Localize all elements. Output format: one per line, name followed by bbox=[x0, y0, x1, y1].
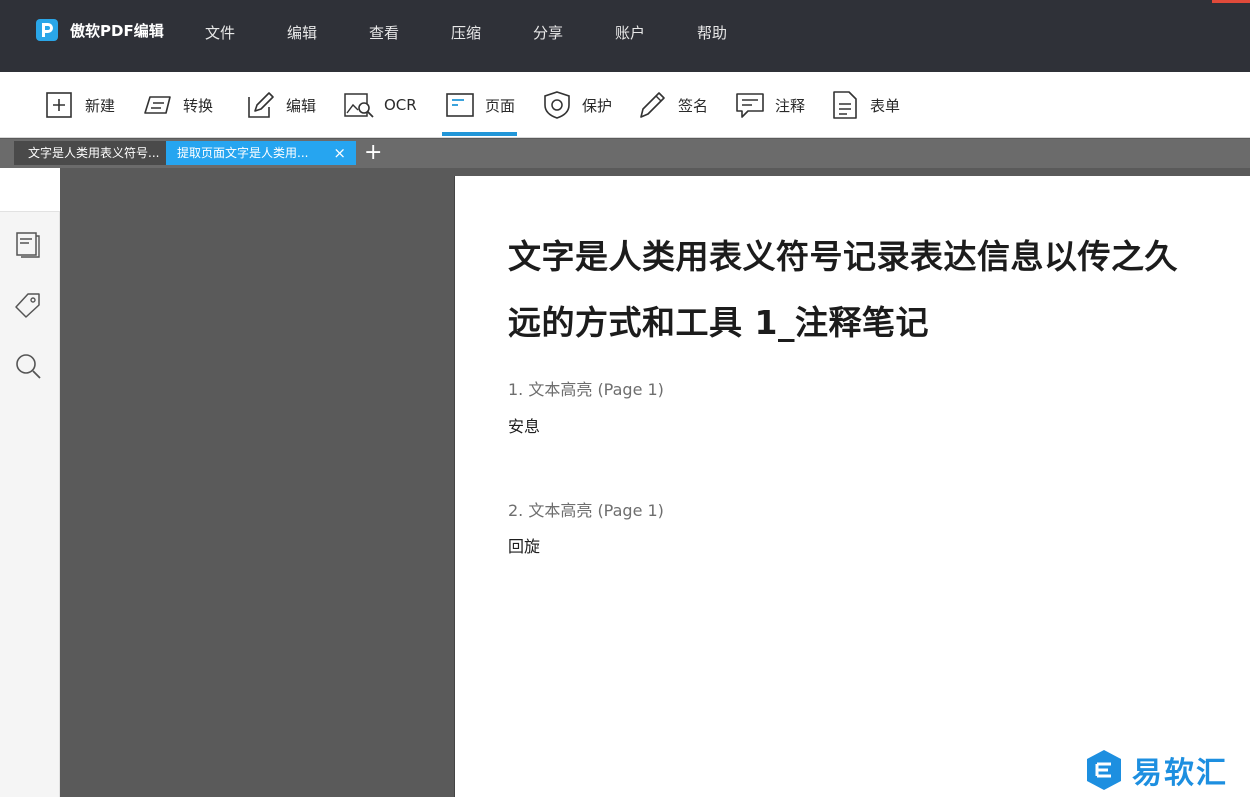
bookmark-button[interactable] bbox=[14, 291, 42, 319]
menu-share[interactable]: 分享 bbox=[533, 22, 615, 43]
tab-label: 文字是人类用表义符号... bbox=[28, 146, 160, 160]
protect-button[interactable]: 保护 bbox=[541, 72, 612, 138]
pages-thumbnail-button[interactable] bbox=[14, 230, 42, 258]
ocr-image-search-icon bbox=[344, 93, 374, 118]
tab-document-1[interactable]: 文字是人类用表义符号... bbox=[14, 141, 166, 165]
note-text-1: 安息 bbox=[508, 417, 541, 436]
edit-button[interactable]: 编辑 bbox=[245, 72, 316, 138]
form-button[interactable]: 表单 bbox=[829, 72, 900, 138]
document-page: 文字是人类用表义符号记录表达信息以传之久远的方式和工具 1_注释笔记 1. 文本… bbox=[454, 176, 1250, 797]
plus-box-icon bbox=[46, 92, 72, 118]
search-button[interactable] bbox=[14, 352, 42, 380]
menu-compress[interactable]: 压缩 bbox=[451, 22, 533, 43]
app-name: 傲软PDF编辑 bbox=[70, 21, 164, 40]
convert-button[interactable]: 转换 bbox=[142, 72, 213, 138]
pen-signature-icon bbox=[640, 92, 665, 118]
watermark-logo-icon bbox=[1087, 750, 1121, 790]
menu-account[interactable]: 账户 bbox=[615, 22, 697, 43]
app-logo-icon bbox=[36, 19, 58, 41]
pages-thumbnail-icon bbox=[16, 232, 40, 258]
new-button[interactable]: 新建 bbox=[44, 72, 115, 138]
menu-view[interactable]: 查看 bbox=[369, 22, 451, 43]
title-menu-bar: 傲软PDF编辑 文件 编辑 查看 压缩 分享 账户 帮助 bbox=[0, 0, 1250, 72]
left-sidebar bbox=[0, 168, 60, 797]
ocr-button[interactable]: OCR bbox=[343, 72, 417, 138]
menu-edit[interactable]: 编辑 bbox=[287, 22, 369, 43]
note-header-2: 2. 文本高亮 (Page 1) bbox=[508, 501, 664, 520]
comment-icon bbox=[736, 93, 764, 118]
form-icon bbox=[833, 91, 857, 119]
watermark: 易软汇 bbox=[1084, 748, 1228, 792]
document-title: 文字是人类用表义符号记录表达信息以传之久远的方式和工具 1_注释笔记 bbox=[508, 237, 1178, 342]
note-header-1: 1. 文本高亮 (Page 1) bbox=[508, 380, 664, 399]
menu-file[interactable]: 文件 bbox=[205, 22, 287, 43]
note-text-2: 回旋 bbox=[508, 537, 541, 556]
comment-button[interactable]: 注释 bbox=[734, 72, 805, 138]
sidebar-header bbox=[0, 168, 60, 212]
document-tab-strip: 文字是人类用表义符号... 提取页面文字是人类用... × + bbox=[0, 139, 1250, 168]
watermark-text: 易软汇 bbox=[1132, 756, 1228, 791]
edit-pencil-icon bbox=[248, 92, 274, 118]
tab-close-icon[interactable]: × bbox=[333, 141, 346, 165]
tab-document-2[interactable]: 提取页面文字是人类用... × bbox=[166, 141, 356, 165]
app-brand: 傲软PDF编辑 bbox=[36, 19, 164, 41]
page-icon bbox=[446, 93, 474, 117]
search-icon bbox=[16, 354, 41, 379]
tab-label: 提取页面文字是人类用... bbox=[177, 146, 309, 160]
add-tab-button[interactable]: + bbox=[364, 141, 382, 165]
signature-button[interactable]: 签名 bbox=[637, 72, 708, 138]
convert-icon bbox=[144, 96, 171, 114]
menu-help[interactable]: 帮助 bbox=[697, 22, 779, 43]
page-button[interactable]: 页面 bbox=[441, 72, 518, 138]
bookmark-tag-icon bbox=[15, 293, 40, 318]
shield-icon bbox=[544, 91, 570, 119]
main-menu: 文件 编辑 查看 压缩 分享 账户 帮助 bbox=[205, 22, 779, 43]
main-toolbar: 新建 转换 编辑 OCR 页面 保护 签名 注释 表单 bbox=[0, 72, 1250, 138]
window-close-edge bbox=[1212, 0, 1250, 3]
